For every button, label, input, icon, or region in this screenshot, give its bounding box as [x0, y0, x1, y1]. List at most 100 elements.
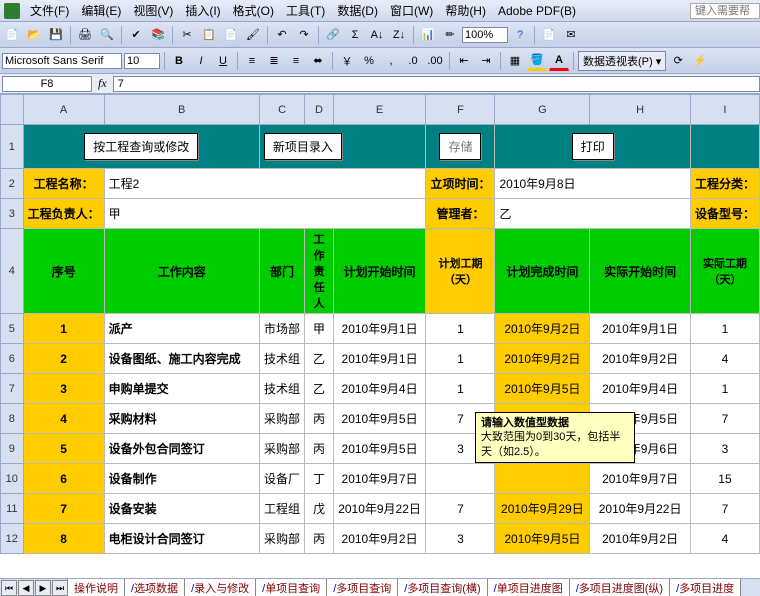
table-row[interactable]: 12 8 电柜设计合同签订 采购部 丙 2010年9月2日 3 2010年9月5…: [1, 524, 760, 554]
print-icon[interactable]: 🖨: [75, 25, 95, 45]
sort-desc-icon[interactable]: Z↓: [389, 25, 409, 45]
name-box[interactable]: [2, 76, 92, 92]
sheet-tab[interactable]: /单项目进度图: [487, 578, 570, 596]
format-painter-icon[interactable]: 🖌: [243, 25, 263, 45]
table-row[interactable]: 10 6 设备制作 设备厂 丁 2010年9月7日 2010年9月7日 15: [1, 464, 760, 494]
merge-center-icon[interactable]: ⬌: [308, 51, 328, 71]
copy-icon[interactable]: 📋: [199, 25, 219, 45]
help-icon[interactable]: ?: [510, 25, 530, 45]
menu-file[interactable]: 文件(F): [24, 2, 75, 19]
align-center-icon[interactable]: ≣: [264, 51, 284, 71]
value-proj-name: 工程2: [104, 169, 426, 199]
menu-data[interactable]: 数据(D): [331, 2, 384, 19]
label-manager: 管理者：: [426, 199, 495, 229]
drawing-icon[interactable]: ✏: [440, 25, 460, 45]
currency-icon[interactable]: ￥: [337, 51, 357, 71]
sheet-tab-bar: ⏮ ◀ ▶ ⏭ 操作说明/选项数据/录入与修改/单项目查询/多项目查询/多项目查…: [0, 578, 760, 596]
value-manager: 乙: [495, 199, 690, 229]
pivot-refresh-icon[interactable]: ⟳: [668, 51, 688, 71]
print-preview-icon[interactable]: 🔍: [97, 25, 117, 45]
borders-icon[interactable]: ▦: [505, 51, 525, 71]
label-equip-model: 设备型号：: [690, 199, 759, 229]
pdf-icon[interactable]: 📄: [539, 25, 559, 45]
new-doc-icon[interactable]: 📄: [2, 25, 22, 45]
sheet-tab[interactable]: 操作说明: [67, 578, 125, 596]
italic-icon[interactable]: I: [191, 51, 211, 71]
autosum-icon[interactable]: Σ: [345, 25, 365, 45]
increase-decimal-icon[interactable]: .0: [403, 51, 423, 71]
pivot-table-button[interactable]: 数据透视表(P) ▾: [578, 51, 666, 71]
menu-help[interactable]: 帮助(H): [439, 2, 492, 19]
value-proj-owner: 甲: [104, 199, 426, 229]
excel-app-icon[interactable]: [4, 3, 20, 19]
standard-toolbar: 📄 📂 💾 🖨 🔍 ✔ 📚 ✂ 📋 📄 🖌 ↶ ↷ 🔗 Σ A↓ Z↓ 📊 ✏ …: [0, 22, 760, 48]
sort-asc-icon[interactable]: A↓: [367, 25, 387, 45]
decrease-indent-icon[interactable]: ⇤: [454, 51, 474, 71]
menu-tools[interactable]: 工具(T): [280, 2, 331, 19]
pivot-wizard-icon[interactable]: ⚡: [690, 51, 710, 71]
underline-icon[interactable]: U: [213, 51, 233, 71]
formula-bar[interactable]: [113, 76, 760, 92]
worksheet-area[interactable]: ABCDEFGHI 1 按工程查询或修改 新项目录入 存储 打印 2 工程名称：…: [0, 94, 760, 578]
table-row[interactable]: 11 7 设备安装 工程组 戊 2010年9月22日 7 2010年9月29日 …: [1, 494, 760, 524]
menu-view[interactable]: 视图(V): [127, 2, 179, 19]
print-button[interactable]: 打印: [572, 133, 614, 160]
menu-window[interactable]: 窗口(W): [384, 2, 439, 19]
paste-icon[interactable]: 📄: [221, 25, 241, 45]
table-row[interactable]: 8 4 采购材料 采购部 丙 2010年9月5日 7 2010年9月12日 20…: [1, 404, 760, 434]
sheet-tab[interactable]: /录入与修改: [184, 578, 256, 596]
menu-edit[interactable]: 编辑(E): [75, 2, 127, 19]
font-color-icon[interactable]: A: [549, 51, 569, 71]
hyperlink-icon[interactable]: 🔗: [323, 25, 343, 45]
spellcheck-icon[interactable]: ✔: [126, 25, 146, 45]
table-row[interactable]: 6 2 设备图纸、施工内容完成 技术组 乙 2010年9月1日 1 2010年9…: [1, 344, 760, 374]
align-right-icon[interactable]: ≡: [286, 51, 306, 71]
chart-wizard-icon[interactable]: 📊: [418, 25, 438, 45]
bold-icon[interactable]: B: [169, 51, 189, 71]
font-name-combo[interactable]: [2, 53, 122, 69]
percent-icon[interactable]: %: [359, 51, 379, 71]
sheet-tab[interactable]: /多项目查询: [326, 578, 398, 596]
menu-adobe-pdf[interactable]: Adobe PDF(B): [492, 4, 582, 18]
table-row[interactable]: 5 1 派产 市场部 甲 2010年9月1日 1 2010年9月2日 2010年…: [1, 314, 760, 344]
sheet-tab[interactable]: /多项目进度图(纵): [569, 578, 670, 596]
new-item-button[interactable]: 新项目录入: [264, 133, 342, 160]
redo-icon[interactable]: ↷: [294, 25, 314, 45]
sheet-tab[interactable]: /多项目进度: [669, 578, 741, 596]
formatting-toolbar: B I U ≡ ≣ ≡ ⬌ ￥ % , .0 .00 ⇤ ⇥ ▦ 🪣 A 数据透…: [0, 48, 760, 74]
menu-insert[interactable]: 插入(I): [179, 2, 226, 19]
increase-indent-icon[interactable]: ⇥: [476, 51, 496, 71]
table-row[interactable]: 7 3 申购单提交 技术组 乙 2010年9月4日 1 2010年9月5日 20…: [1, 374, 760, 404]
save-icon[interactable]: 💾: [46, 25, 66, 45]
zoom-combo[interactable]: [462, 27, 508, 43]
sheet-tab[interactable]: /选项数据: [124, 578, 185, 596]
align-left-icon[interactable]: ≡: [242, 51, 262, 71]
save-button[interactable]: 存储: [439, 133, 481, 160]
decrease-decimal-icon[interactable]: .00: [425, 51, 445, 71]
tooltip-title: 请输入数值型数据: [481, 417, 569, 429]
tab-nav-next-icon[interactable]: ▶: [35, 580, 51, 596]
cut-icon[interactable]: ✂: [177, 25, 197, 45]
select-all-cell[interactable]: [1, 95, 24, 125]
tab-nav-last-icon[interactable]: ⏭: [52, 580, 68, 596]
menu-format[interactable]: 格式(O): [227, 2, 280, 19]
open-icon[interactable]: 📂: [24, 25, 44, 45]
fill-color-icon[interactable]: 🪣: [527, 51, 547, 71]
font-size-combo[interactable]: [124, 53, 160, 69]
pdf-email-icon[interactable]: ✉: [561, 25, 581, 45]
sheet-tab[interactable]: /多项目查询(横): [397, 578, 487, 596]
query-modify-button[interactable]: 按工程查询或修改: [84, 133, 198, 160]
comma-icon[interactable]: ,: [381, 51, 401, 71]
fx-icon[interactable]: fx: [98, 76, 107, 91]
label-proj-cat: 工程分类：: [690, 169, 759, 199]
research-icon[interactable]: 📚: [148, 25, 168, 45]
help-search-input[interactable]: [690, 3, 760, 19]
table-row[interactable]: 9 5 设备外包合同签订 采购部 丙 2010年9月5日 3 2010年9月6日…: [1, 434, 760, 464]
tab-nav-first-icon[interactable]: ⏮: [1, 580, 17, 596]
sheet-tab[interactable]: /单项目查询: [255, 578, 327, 596]
tab-nav-prev-icon[interactable]: ◀: [18, 580, 34, 596]
formula-bar-row: fx: [0, 74, 760, 94]
input-tooltip: 请输入数值型数据 大致范围为0到30天，包括半天（如2.5）。: [475, 412, 635, 463]
undo-icon[interactable]: ↶: [272, 25, 292, 45]
column-headers[interactable]: ABCDEFGHI: [1, 95, 760, 125]
